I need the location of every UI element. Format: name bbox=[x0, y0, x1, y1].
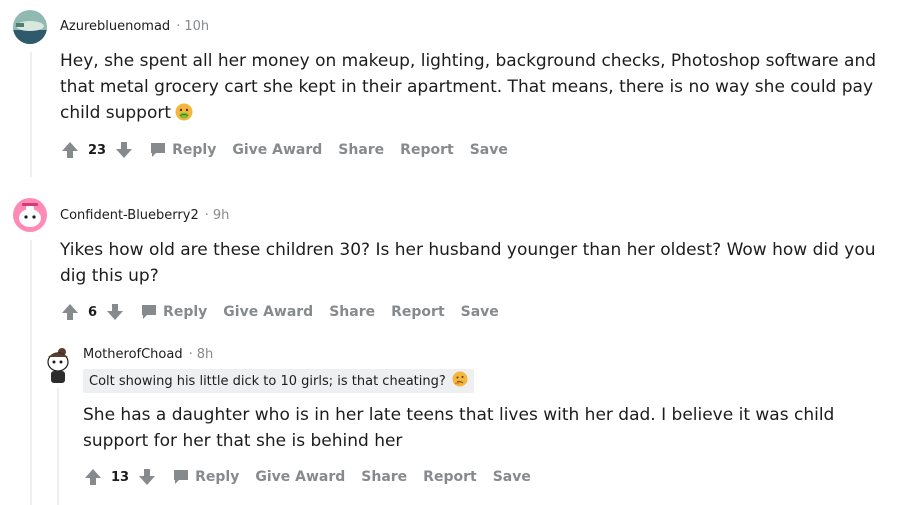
vote-score: 6 bbox=[88, 304, 98, 320]
comment-actions: 13 Reply Give Award Share Report Save bbox=[83, 467, 531, 487]
share-button[interactable]: Share bbox=[338, 142, 384, 158]
vote-score: 23 bbox=[88, 142, 107, 158]
save-button[interactable]: Save bbox=[493, 469, 531, 485]
comment-bubble-icon bbox=[142, 305, 157, 319]
avatar[interactable] bbox=[13, 10, 47, 44]
give-award-button[interactable]: Give Award bbox=[232, 142, 322, 158]
meta-separator: · bbox=[176, 19, 181, 34]
upvote-icon[interactable] bbox=[60, 140, 80, 160]
flair-text: Colt showing his little dick to 10 girls… bbox=[89, 373, 446, 389]
reply-button[interactable]: Reply bbox=[150, 142, 216, 158]
save-button[interactable]: Save bbox=[470, 142, 508, 158]
report-button[interactable]: Report bbox=[423, 469, 477, 485]
comment-bubble-icon bbox=[151, 143, 166, 157]
report-button[interactable]: Report bbox=[391, 304, 445, 320]
save-button[interactable]: Save bbox=[461, 304, 499, 320]
comment-body: Hey, she spent all her money on makeup, … bbox=[60, 48, 900, 129]
thread-line[interactable] bbox=[57, 388, 59, 505]
reply-button[interactable]: Reply bbox=[173, 469, 239, 485]
share-button[interactable]: Share bbox=[361, 469, 407, 485]
user-flair: Colt showing his little dick to 10 girls… bbox=[83, 369, 474, 393]
thinking-face-icon bbox=[452, 371, 468, 391]
reply-label: Reply bbox=[163, 304, 208, 320]
timestamp[interactable]: 10h bbox=[184, 19, 209, 34]
comment-bubble-icon bbox=[174, 470, 189, 484]
downvote-icon[interactable] bbox=[137, 467, 157, 487]
upvote-icon[interactable] bbox=[60, 302, 80, 322]
author-name[interactable]: MotherofChoad bbox=[83, 347, 183, 362]
comment-body: Yikes how old are these children 30? Is … bbox=[60, 240, 876, 286]
thread-line[interactable] bbox=[30, 52, 32, 177]
reply-button[interactable]: Reply bbox=[141, 304, 207, 320]
nauseated-face-icon bbox=[175, 103, 193, 129]
reply-label: Reply bbox=[172, 142, 217, 158]
thread-line[interactable] bbox=[30, 240, 32, 505]
avatar[interactable] bbox=[13, 198, 47, 232]
meta-separator: · bbox=[188, 347, 193, 362]
reply-label: Reply bbox=[195, 469, 240, 485]
avatar[interactable] bbox=[38, 345, 78, 385]
author-name[interactable]: Azurebluenomad bbox=[60, 19, 170, 34]
downvote-icon[interactable] bbox=[114, 140, 134, 160]
author-name[interactable]: Confident-Blueberry2 bbox=[60, 208, 199, 223]
give-award-button[interactable]: Give Award bbox=[223, 304, 313, 320]
share-button[interactable]: Share bbox=[329, 304, 375, 320]
downvote-icon[interactable] bbox=[105, 302, 125, 322]
timestamp[interactable]: 9h bbox=[213, 208, 230, 223]
meta-separator: · bbox=[204, 208, 209, 223]
comment-body: She has a daughter who is in her late te… bbox=[83, 405, 835, 451]
comment-actions: 6 Reply Give Award Share Report Save bbox=[60, 302, 499, 322]
timestamp[interactable]: 8h bbox=[197, 347, 214, 362]
upvote-icon[interactable] bbox=[83, 467, 103, 487]
vote-score: 13 bbox=[111, 469, 130, 485]
report-button[interactable]: Report bbox=[400, 142, 454, 158]
comment-actions: 23 Reply Give Award Share Report Save bbox=[60, 140, 508, 160]
give-award-button[interactable]: Give Award bbox=[255, 469, 345, 485]
